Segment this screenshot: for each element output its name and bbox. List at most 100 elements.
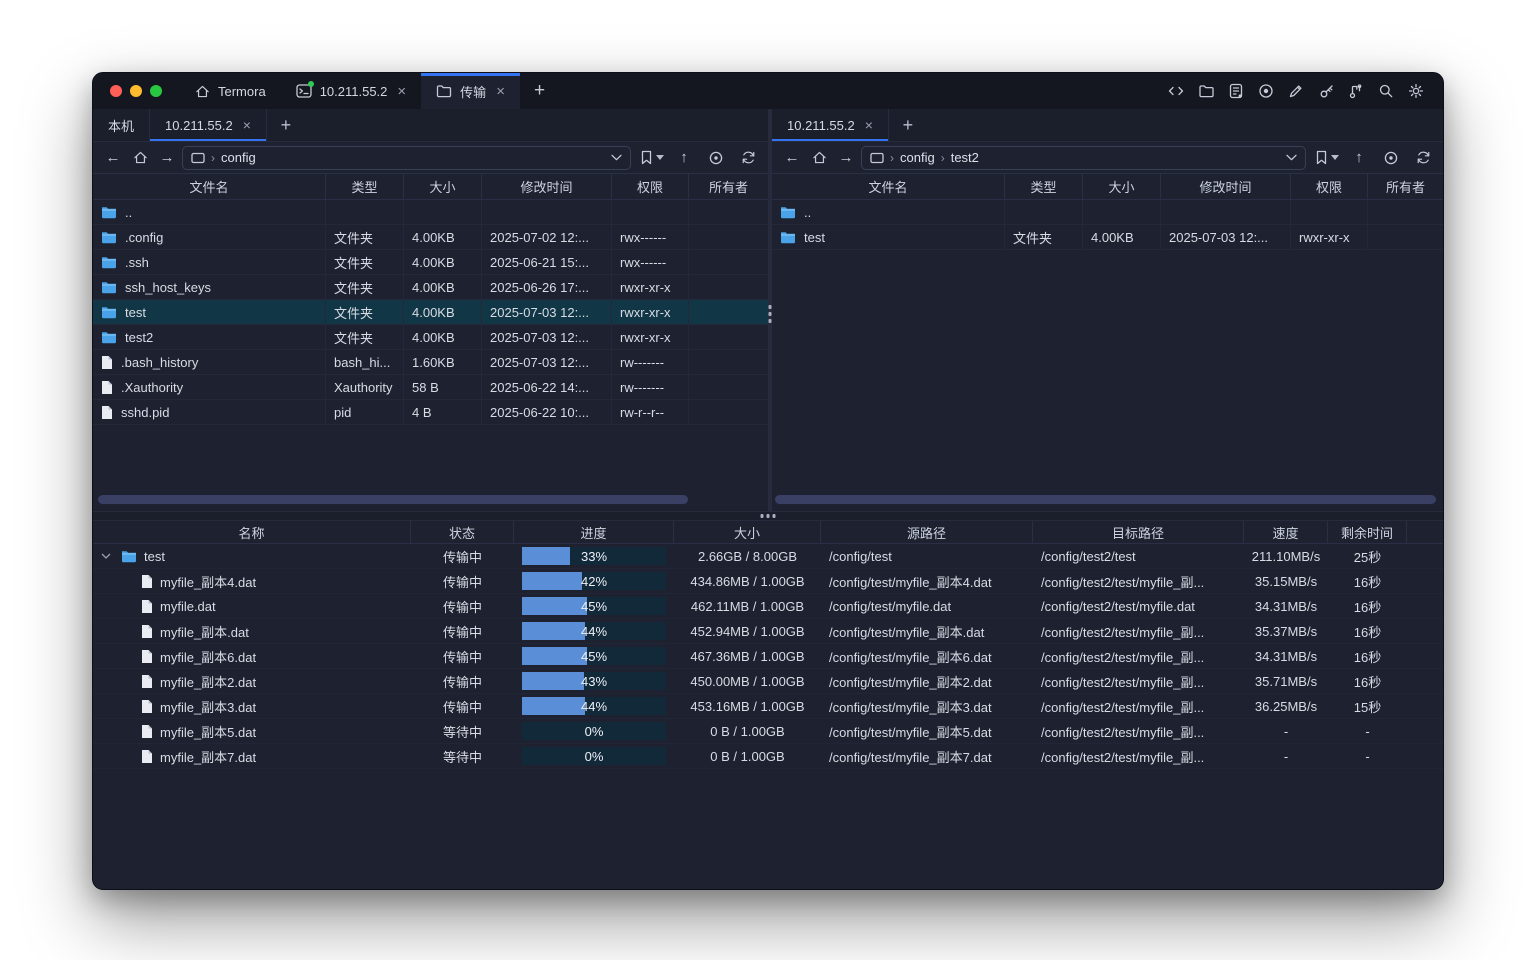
column-header[interactable]: 权限 — [1291, 174, 1368, 199]
cell-filename: test2 — [93, 325, 326, 349]
close-tab-icon[interactable]: × — [243, 117, 251, 133]
column-header[interactable]: 权限 — [612, 174, 689, 199]
tab-home[interactable]: Termora — [180, 73, 281, 109]
breadcrumb[interactable]: › config › test2 — [861, 146, 1306, 170]
new-tab-button[interactable]: + — [520, 73, 559, 109]
close-window-button[interactable] — [110, 85, 122, 97]
table-row[interactable]: .bash_history bash_hi... 1.60KB 2025-07-… — [93, 350, 768, 375]
column-header[interactable]: 目标路径 — [1033, 521, 1244, 543]
column-header[interactable]: 速度 — [1244, 521, 1328, 543]
horizontal-scrollbar[interactable] — [775, 495, 1436, 504]
record-icon[interactable] — [1257, 82, 1275, 100]
edit-icon[interactable] — [1287, 82, 1305, 100]
transfer-row[interactable]: myfile_副本.dat 传输中 44% 452.94MB / 1.00GB … — [93, 619, 1443, 644]
transfer-row[interactable]: myfile_副本5.dat 等待中 0% 0 B / 1.00GB /conf… — [93, 719, 1443, 744]
breadcrumb-segment[interactable]: › config — [890, 150, 935, 165]
table-row[interactable]: .. — [772, 200, 1443, 225]
column-header[interactable]: 类型 — [1005, 174, 1083, 199]
tab-host-session[interactable]: 10.211.55.2 × — [281, 73, 421, 109]
cell-status: 传输中 — [411, 644, 514, 668]
code-icon[interactable] — [1167, 82, 1185, 100]
column-header[interactable]: 文件名 — [93, 174, 326, 199]
table-row[interactable]: ssh_host_keys 文件夹 4.00KB 2025-06-26 17:.… — [93, 275, 768, 300]
close-tab-icon[interactable]: × — [865, 117, 873, 133]
transfer-row[interactable]: test 传输中 33% 2.66GB / 8.00GB /config/tes… — [93, 544, 1443, 569]
panel-tab-host[interactable]: 10.211.55.2 × — [772, 109, 889, 141]
panel-tab-host[interactable]: 10.211.55.2 × — [150, 109, 267, 141]
column-header[interactable]: 名称 — [93, 521, 411, 543]
chevron-down-icon[interactable] — [101, 553, 114, 559]
new-panel-tab-button[interactable]: + — [889, 109, 927, 141]
new-panel-tab-button[interactable]: + — [267, 109, 305, 141]
table-row[interactable]: test 文件夹 4.00KB 2025-07-03 12:... rwxr-x… — [93, 300, 768, 325]
column-header[interactable]: 大小 — [674, 521, 821, 543]
cell-size: 4.00KB — [1083, 225, 1161, 249]
bookmark-button[interactable] — [640, 150, 664, 165]
show-hidden-files-button[interactable] — [704, 146, 728, 170]
close-tab-icon[interactable]: × — [397, 83, 406, 100]
close-tab-icon[interactable]: × — [496, 83, 505, 100]
refresh-button[interactable] — [1411, 146, 1435, 170]
table-row[interactable]: test2 文件夹 4.00KB 2025-07-03 12:... rwxr-… — [93, 325, 768, 350]
show-hidden-files-button[interactable] — [1379, 146, 1403, 170]
column-header[interactable]: 修改时间 — [1161, 174, 1291, 199]
search-icon[interactable] — [1377, 82, 1395, 100]
column-header[interactable]: 所有者 — [689, 174, 768, 199]
horizontal-splitter[interactable] — [93, 511, 1443, 521]
table-row[interactable]: .config 文件夹 4.00KB 2025-07-02 12:... rwx… — [93, 225, 768, 250]
column-header[interactable]: 所有者 — [1368, 174, 1443, 199]
transfer-row[interactable]: myfile_副本4.dat 传输中 42% 434.86MB / 1.00GB… — [93, 569, 1443, 594]
table-row[interactable]: .Xauthority Xauthority 58 B 2025-06-22 1… — [93, 375, 768, 400]
transfer-name: myfile_副本2.dat — [160, 672, 256, 691]
table-row[interactable]: .ssh 文件夹 4.00KB 2025-06-21 15:... rwx---… — [93, 250, 768, 275]
column-header[interactable]: 类型 — [326, 174, 404, 199]
keychain-icon[interactable] — [1347, 82, 1365, 100]
column-header[interactable]: 大小 — [1083, 174, 1161, 199]
column-header[interactable]: 进度 — [514, 521, 674, 543]
transfer-row[interactable]: myfile_副本3.dat 传输中 44% 453.16MB / 1.00GB… — [93, 694, 1443, 719]
key-icon[interactable] — [1317, 82, 1335, 100]
column-header[interactable]: 剩余时间 — [1328, 521, 1407, 543]
folder-icon[interactable] — [1197, 82, 1215, 100]
cell-size: 0 B / 1.00GB — [674, 744, 821, 768]
transfer-row[interactable]: myfile.dat 传输中 45% 462.11MB / 1.00GB /co… — [93, 594, 1443, 619]
refresh-button[interactable] — [736, 146, 760, 170]
column-header[interactable]: 源路径 — [821, 521, 1033, 543]
breadcrumb-segment[interactable]: › test2 — [941, 150, 979, 165]
cell-progress: 0% — [514, 719, 674, 743]
forward-button[interactable]: → — [155, 146, 179, 170]
table-row[interactable]: sshd.pid pid 4 B 2025-06-22 10:... rw-r-… — [93, 400, 768, 425]
breadcrumb-segment[interactable]: › config — [211, 150, 256, 165]
back-button[interactable]: ← — [780, 146, 804, 170]
table-row[interactable]: .. — [93, 200, 768, 225]
chevron-down-icon[interactable] — [611, 154, 622, 161]
settings-icon[interactable] — [1407, 82, 1425, 100]
home-button[interactable] — [128, 146, 152, 170]
progress-label: 43% — [522, 672, 666, 690]
breadcrumb[interactable]: › config — [182, 146, 631, 170]
minimize-window-button[interactable] — [130, 85, 142, 97]
column-header[interactable]: 状态 — [411, 521, 514, 543]
column-header[interactable]: 文件名 — [772, 174, 1005, 199]
column-header[interactable]: 修改时间 — [482, 174, 612, 199]
column-header[interactable]: 大小 — [404, 174, 482, 199]
transfer-row[interactable]: myfile_副本6.dat 传输中 45% 467.36MB / 1.00GB… — [93, 644, 1443, 669]
zoom-window-button[interactable] — [150, 85, 162, 97]
transfer-row[interactable]: myfile_副本7.dat 等待中 0% 0 B / 1.00GB /conf… — [93, 744, 1443, 769]
table-row[interactable]: test 文件夹 4.00KB 2025-07-03 12:... rwxr-x… — [772, 225, 1443, 250]
caret-down-icon[interactable] — [656, 155, 664, 160]
caret-down-icon[interactable] — [1331, 155, 1339, 160]
back-button[interactable]: ← — [101, 146, 125, 170]
parent-directory-button[interactable]: ↑ — [1347, 146, 1371, 170]
parent-directory-button[interactable]: ↑ — [672, 146, 696, 170]
home-button[interactable] — [807, 146, 831, 170]
horizontal-scrollbar[interactable] — [98, 495, 688, 504]
transfer-row[interactable]: myfile_副本2.dat 传输中 43% 450.00MB / 1.00GB… — [93, 669, 1443, 694]
refresh-icon — [1416, 150, 1431, 165]
bookmark-button[interactable] — [1315, 150, 1339, 165]
log-icon[interactable] — [1227, 82, 1245, 100]
chevron-down-icon[interactable] — [1286, 154, 1297, 161]
tab-transfer[interactable]: 传输 × — [421, 73, 520, 109]
forward-button[interactable]: → — [834, 146, 858, 170]
panel-tab-local[interactable]: 本机 — [93, 109, 150, 141]
